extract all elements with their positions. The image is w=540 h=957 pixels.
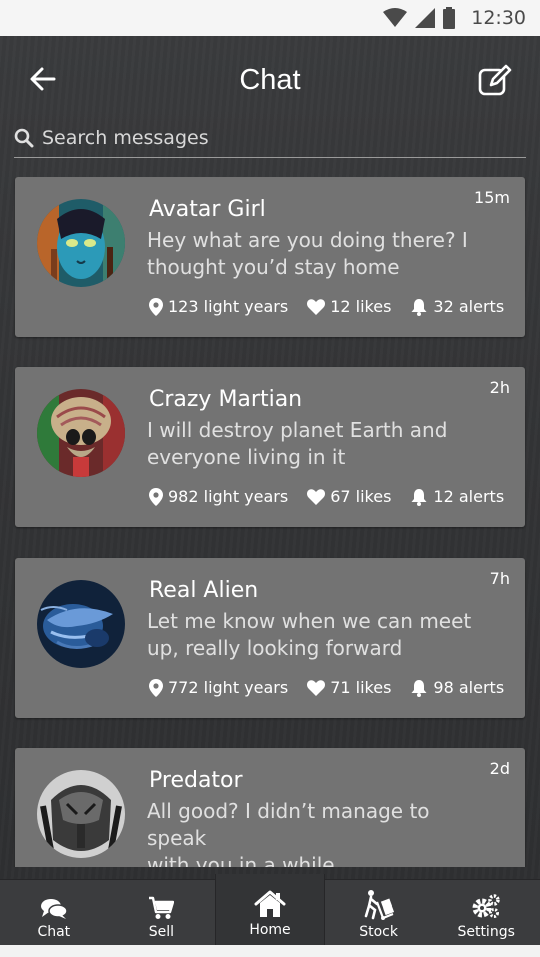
chat-card-predator[interactable]: Predator 2d All good? I didn’t manage to…	[15, 748, 525, 867]
contact-name: Avatar Girl	[149, 197, 266, 222]
message-preview: Let me know when we can meet up, really …	[147, 609, 472, 660]
bell-icon	[411, 298, 427, 316]
distance-text: 772 light years	[168, 678, 289, 697]
status-bar: 12:30	[0, 0, 540, 36]
message-preview: I will destroy planet Earth and everyone…	[147, 418, 448, 469]
nav-chat[interactable]: Chat	[0, 880, 108, 945]
cart-icon	[149, 896, 175, 919]
signal-icon	[415, 8, 436, 28]
likes-text: 71 likes	[330, 678, 392, 697]
message-time: 15m	[474, 188, 510, 207]
nav-settings[interactable]: Settings	[432, 880, 540, 945]
hand-truck-icon	[364, 890, 394, 920]
message-preview: Hey what are you doing there? I thought …	[147, 228, 468, 279]
nav-label: Sell	[148, 924, 175, 940]
home-icon	[254, 890, 286, 917]
distance-stat: 982 light years	[149, 487, 288, 506]
likes-stat: 12 likes	[307, 297, 391, 316]
chat-card-avatar-girl[interactable]: Avatar Girl 15m Hey what are you doing t…	[15, 177, 525, 337]
likes-stat: 71 likes	[307, 678, 391, 697]
likes-stat: 67 likes	[307, 487, 391, 506]
page-title: Chat	[239, 64, 301, 96]
alerts-text: 32 alerts	[433, 297, 505, 316]
message-preview: All good? I didn’t manage to speak with …	[147, 799, 430, 867]
search-bar	[14, 118, 526, 158]
heart-icon	[307, 488, 326, 505]
bottom-edge	[0, 945, 540, 957]
contact-name: Predator	[149, 768, 243, 793]
alerts-text: 98 alerts	[433, 678, 505, 697]
distance-stat: 772 light years	[149, 678, 288, 697]
chat-screen: Chat Search messages Avatar Girl 15m Hey…	[0, 36, 540, 957]
likes-text: 67 likes	[330, 487, 392, 506]
stats-row: 123 light years 12 likes 32 alerts	[149, 297, 504, 316]
search-input[interactable]	[42, 126, 502, 149]
nav-label: Stock	[359, 924, 398, 940]
stats-row: 982 light years 67 likes 12 alerts	[149, 487, 504, 506]
chat-card-crazy-martian[interactable]: Crazy Martian 2h I will destroy planet E…	[15, 367, 525, 527]
message-time: 7h	[489, 569, 510, 588]
message-time: 2h	[489, 378, 510, 397]
stats-row: 772 light years 71 likes 98 alerts	[149, 678, 504, 697]
nav-stock[interactable]: Stock	[325, 880, 433, 945]
search-icon	[14, 128, 34, 147]
avatar	[37, 770, 125, 858]
alerts-text: 12 alerts	[433, 487, 505, 506]
location-pin-icon	[149, 297, 163, 316]
nav-home[interactable]: Home	[215, 874, 325, 946]
alerts-stat: 12 alerts	[410, 487, 504, 506]
location-pin-icon	[149, 487, 163, 506]
nav-label: Home	[249, 922, 291, 938]
message-time: 2d	[489, 759, 510, 778]
status-time: 12:30	[471, 7, 526, 29]
heart-icon	[307, 298, 326, 315]
gears-icon	[472, 894, 500, 918]
bell-icon	[411, 488, 427, 506]
distance-text: 123 light years	[168, 297, 289, 316]
alerts-stat: 32 alerts	[410, 297, 504, 316]
location-pin-icon	[149, 678, 163, 697]
compose-icon[interactable]	[478, 64, 512, 96]
battery-icon	[443, 7, 456, 29]
distance-stat: 123 light years	[149, 297, 288, 316]
heart-icon	[307, 679, 326, 696]
avatar	[37, 389, 125, 477]
contact-name: Real Alien	[149, 578, 259, 603]
chat-icon	[40, 899, 68, 919]
avatar	[37, 580, 125, 668]
bell-icon	[411, 679, 427, 697]
bottom-nav: Chat Sell Home Stock Settings	[0, 874, 540, 946]
avatar	[37, 199, 125, 287]
wifi-icon	[383, 8, 408, 27]
header: Chat	[0, 36, 540, 120]
likes-text: 12 likes	[330, 297, 392, 316]
chat-card-real-alien[interactable]: Real Alien 7h Let me know when we can me…	[15, 558, 525, 718]
contact-name: Crazy Martian	[149, 387, 303, 412]
alerts-stat: 98 alerts	[410, 678, 504, 697]
nav-label: Chat	[37, 924, 71, 940]
distance-text: 982 light years	[168, 487, 289, 506]
nav-label: Settings	[457, 924, 515, 940]
nav-sell[interactable]: Sell	[108, 880, 216, 945]
chat-list: Avatar Girl 15m Hey what are you doing t…	[0, 177, 540, 867]
